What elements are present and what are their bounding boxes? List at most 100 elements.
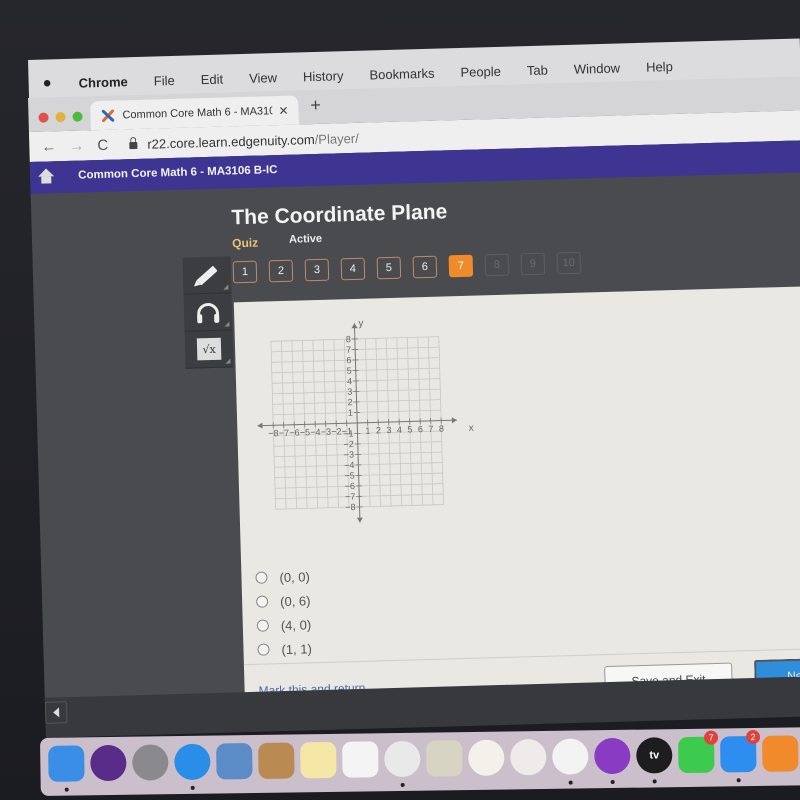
radio-button[interactable]	[256, 619, 269, 632]
forward-button[interactable]: →	[69, 137, 85, 154]
radio-button[interactable]	[257, 643, 270, 656]
menu-people[interactable]: People	[460, 64, 501, 80]
previous-activity-button[interactable]	[44, 701, 68, 724]
menu-file[interactable]: File	[154, 73, 175, 89]
dock-facetime-icon[interactable]: 7	[678, 730, 719, 774]
x-tick-label: 4	[397, 425, 402, 435]
question-4-button[interactable]: 4	[340, 257, 366, 281]
back-button[interactable]: ←	[41, 138, 57, 155]
radio-button[interactable]	[255, 571, 268, 584]
dock-maps-icon[interactable]	[426, 740, 463, 777]
home-icon[interactable]	[38, 168, 54, 184]
url-host: r22.core.learn.edgenuity.com	[147, 131, 315, 152]
corner-indicator	[224, 321, 230, 327]
dock-podcasts-icon[interactable]	[594, 737, 631, 785]
menu-view[interactable]: View	[249, 70, 277, 86]
y-axis-arrow-down	[356, 517, 363, 523]
x-tick-label: −8	[268, 428, 279, 438]
pencil-tool-button[interactable]	[182, 256, 232, 295]
running-indicator	[610, 779, 615, 785]
dock-siri-icon[interactable]	[90, 744, 127, 782]
edgenuity-favicon-icon	[100, 108, 114, 122]
question-5-button[interactable]: 5	[376, 256, 402, 280]
choice-2[interactable]: (0, 6)	[255, 588, 311, 614]
activity-type: Quiz	[231, 235, 259, 251]
answer-choices: (0, 0) (0, 6) (4, 0) (1, 1)	[255, 564, 312, 661]
y-tick-label: 4	[347, 376, 352, 386]
x-tick-label: −2	[331, 426, 342, 436]
dock-finder-icon[interactable]	[48, 745, 85, 792]
pencil-icon	[196, 265, 218, 285]
running-indicator	[568, 780, 573, 785]
tab-title: Common Core Math 6 - MA3106 B-IC	[122, 104, 273, 121]
dock-preview-icon[interactable]	[216, 743, 253, 780]
question-2-button[interactable]: 2	[268, 259, 294, 283]
dock-contacts-icon[interactable]	[258, 742, 295, 779]
dock-photos-icon[interactable]	[468, 739, 505, 777]
corner-indicator	[223, 284, 229, 290]
question-8-button: 8	[484, 253, 510, 277]
y-tick-label: 7	[346, 345, 351, 355]
url-text: r22.core.learn.edgenuity.com/Player/	[147, 130, 359, 151]
dock-launchpad-icon[interactable]	[132, 744, 169, 781]
audio-tool-button[interactable]	[183, 293, 233, 332]
x-tick-label: 3	[386, 425, 391, 435]
y-tick-label: −8	[345, 502, 356, 512]
x-axis-arrow-left	[257, 422, 263, 429]
x-tick-label: 8	[439, 424, 444, 434]
new-tab-button[interactable]: +	[310, 95, 321, 116]
y-tick-label: −4	[344, 460, 355, 470]
mac-dock: tv 7 2	[40, 727, 800, 796]
menu-bookmarks[interactable]: Bookmarks	[369, 66, 434, 83]
menu-help[interactable]: Help	[646, 59, 673, 75]
maximize-window-button[interactable]	[72, 111, 83, 122]
choice-4[interactable]: (1, 1)	[257, 636, 312, 662]
y-tick-label: −7	[345, 492, 356, 502]
browser-window: Common Core Math 6 - MA3106 B-IC ✕ + ← →…	[28, 75, 800, 738]
choice-label: (4, 0)	[280, 616, 312, 633]
close-window-button[interactable]	[38, 112, 49, 123]
question-3-button[interactable]: 3	[304, 258, 330, 282]
y-tick-label: −6	[345, 481, 356, 491]
menu-history[interactable]: History	[303, 68, 344, 84]
dock-notes-icon[interactable]	[300, 741, 337, 779]
dock-news-icon[interactable]	[510, 738, 547, 776]
x-tick-label: −4	[310, 427, 321, 437]
activity-status: Active	[288, 232, 323, 246]
question-7-button[interactable]: 7	[448, 254, 474, 278]
x-tick-label: −3	[321, 427, 332, 437]
apple-menu-icon[interactable]: ●	[42, 74, 58, 91]
dock-tv-icon[interactable]: tv	[636, 737, 673, 784]
dock-chrome-icon[interactable]	[384, 740, 421, 787]
dock-messages-icon[interactable]: 2	[720, 729, 761, 783]
choice-label: (0, 6)	[279, 592, 311, 609]
y-tick-label: 1	[348, 408, 353, 418]
y-axis-label: y	[358, 318, 363, 329]
dock-reminders-icon[interactable]	[342, 741, 379, 778]
choice-3[interactable]: (4, 0)	[256, 612, 311, 638]
calculator-icon: √x	[196, 337, 222, 361]
dock-music-icon[interactable]	[552, 738, 589, 785]
close-tab-icon[interactable]: ✕	[278, 103, 288, 117]
y-tick-label: −1	[343, 429, 354, 439]
y-axis-arrow-up	[351, 323, 358, 329]
menu-edit[interactable]: Edit	[200, 72, 223, 88]
url-path: /Player/	[314, 130, 359, 147]
x-tick-label: −7	[279, 428, 290, 438]
menu-window[interactable]: Window	[574, 60, 621, 76]
dock-safari-icon[interactable]	[174, 743, 211, 790]
radio-button[interactable]	[255, 595, 269, 608]
minimize-window-button[interactable]	[55, 111, 66, 123]
question-1-button[interactable]: 1	[232, 260, 258, 284]
menu-chrome[interactable]: Chrome	[78, 74, 128, 90]
reload-button[interactable]: C	[97, 136, 113, 153]
question-6-button[interactable]: 6	[412, 255, 438, 279]
running-indicator	[190, 785, 195, 790]
choice-1[interactable]: (0, 0)	[255, 564, 310, 590]
x-axis-arrow-right	[451, 417, 457, 424]
calculator-tool-button[interactable]: √x	[184, 330, 234, 369]
dock-books-icon[interactable]	[762, 735, 799, 772]
course-title: Common Core Math 6 - MA3106 B-IC	[78, 164, 278, 182]
menu-tab[interactable]: Tab	[527, 62, 548, 78]
tool-panel: √x	[182, 256, 234, 369]
